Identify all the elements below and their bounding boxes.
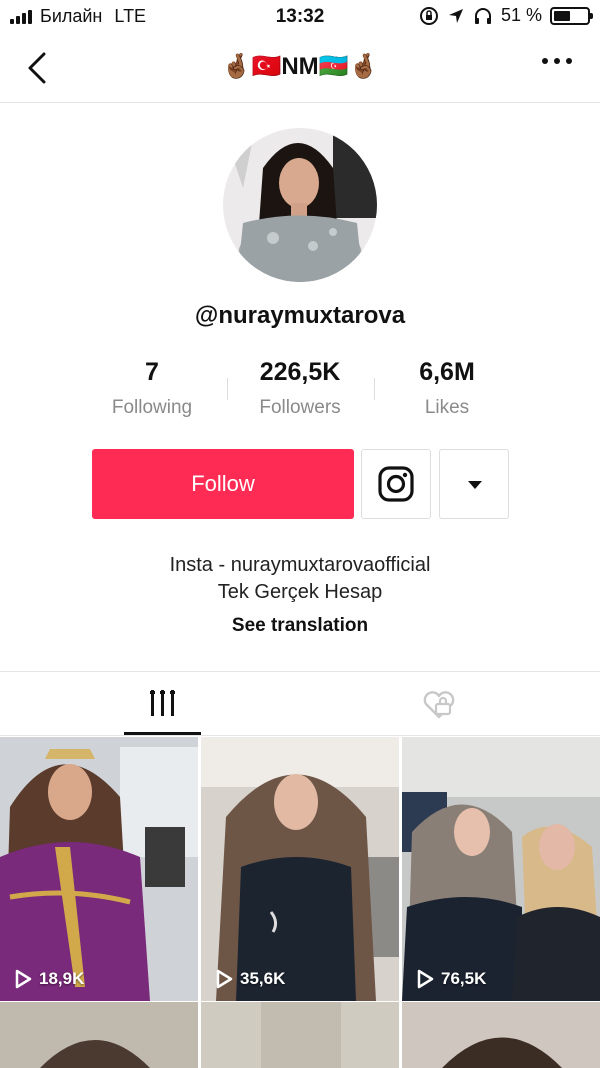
play-icon [216,969,233,989]
following-label: Following [111,397,193,418]
view-count: 76,5K [416,969,486,989]
instagram-icon [378,466,414,502]
status-right: 51 % [419,5,593,26]
avatar[interactable] [223,128,377,282]
following-count: 7 [145,358,159,386]
bio-line: Tek Gerçek Hesap [217,581,383,603]
nav-title: 🤞🏾🇹🇷NM🇦🇿🤞🏾 [221,53,379,80]
play-icon [417,969,434,989]
more-dots-icon[interactable] [542,58,572,64]
video-thumbnail[interactable]: 35,6K [201,737,399,1001]
stat-likes: 6,6M Likes [372,358,522,419]
video-thumbnail[interactable]: 76,5K [402,737,600,1001]
follow-button[interactable]: Follow [92,449,354,519]
video-thumbnail[interactable] [201,1002,399,1068]
more-options-button[interactable] [439,449,509,519]
status-bar: Билайн LTE 13:32 51 % [0,0,600,34]
view-count-label: 35,6K [240,969,286,988]
battery-icon [550,6,593,25]
see-translation-link[interactable]: See translation [0,615,600,637]
video-thumbnail[interactable]: 18,9K [0,737,198,1001]
play-icon [15,969,32,989]
instagram-button[interactable] [361,449,431,519]
headphones-icon [474,7,491,24]
stat-followers[interactable]: 226,5K Followers [225,358,375,419]
view-count: 35,6K [215,969,285,989]
grid-tab-icon[interactable] [150,688,176,718]
view-count-label: 18,9K [39,969,85,988]
location-icon [448,8,463,23]
grid-divider [0,735,600,736]
likes-count: 6,6M [419,358,475,386]
dropdown-caret-icon [468,481,482,489]
stat-following[interactable]: 7 Following [77,358,227,419]
nav-bar: 🤞🏾🇹🇷NM🇦🇿🤞🏾 [0,34,600,103]
video-thumbnail[interactable] [402,1002,600,1068]
rotation-lock-icon [419,6,438,25]
view-count: 18,9K [14,969,84,989]
followers-label: Followers [259,397,341,418]
battery-percent: 51 % [500,5,542,25]
likes-label: Likes [424,397,470,418]
liked-videos-icon[interactable] [422,690,456,720]
profile-username: @nuraymuxtarova [194,302,406,329]
tabs-divider [0,671,600,672]
video-thumbnail[interactable] [0,1002,198,1068]
bio-line: Insta - nuraymuxtarovaofficial [169,554,431,576]
view-count-label: 76,5K [441,969,487,988]
followers-count: 226,5K [259,358,341,386]
